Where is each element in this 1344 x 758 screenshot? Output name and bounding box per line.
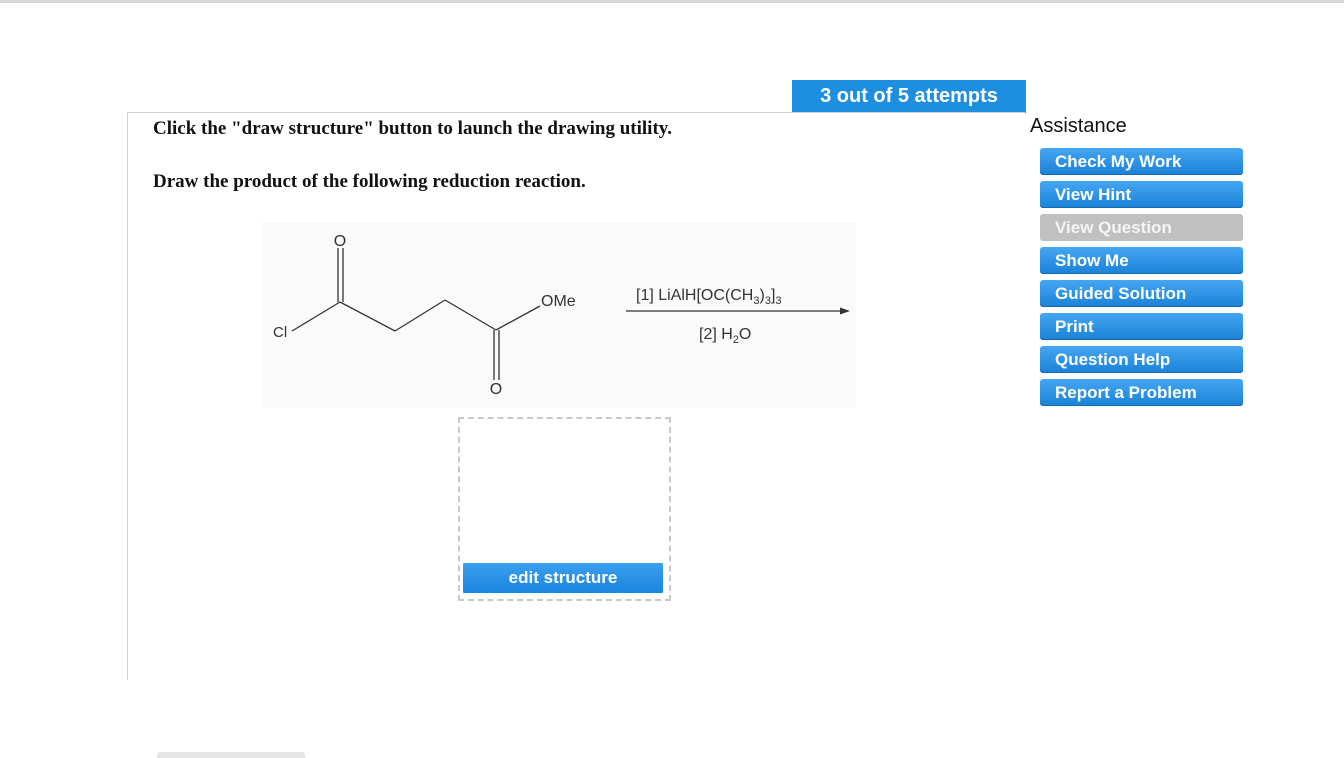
view-hint-button[interactable]: View Hint xyxy=(1040,181,1243,208)
edit-structure-button[interactable]: edit structure xyxy=(463,563,663,593)
guided-solution-button[interactable]: Guided Solution xyxy=(1040,280,1243,307)
question-help-button[interactable]: Question Help xyxy=(1040,346,1243,373)
assistance-heading: Assistance xyxy=(1030,115,1127,137)
reaction-image-background xyxy=(262,222,856,408)
attempts-banner: 3 out of 5 attempts xyxy=(792,80,1026,113)
question-panel-top-border xyxy=(128,112,1025,113)
show-me-button[interactable]: Show Me xyxy=(1040,247,1243,274)
assistance-menu: Check My Work View Hint View Question Sh… xyxy=(1040,148,1243,412)
check-my-work-button[interactable]: Check My Work xyxy=(1040,148,1243,175)
instruction-draw-product: Draw the product of the following reduct… xyxy=(153,171,586,192)
bottom-scroll-tab xyxy=(157,752,305,758)
question-panel-left-border xyxy=(127,112,128,680)
top-divider xyxy=(0,0,1344,3)
instruction-launch-utility: Click the "draw structure" button to lau… xyxy=(153,118,672,139)
print-button[interactable]: Print xyxy=(1040,313,1243,340)
report-a-problem-button[interactable]: Report a Problem xyxy=(1040,379,1243,406)
view-question-button: View Question xyxy=(1040,214,1243,241)
